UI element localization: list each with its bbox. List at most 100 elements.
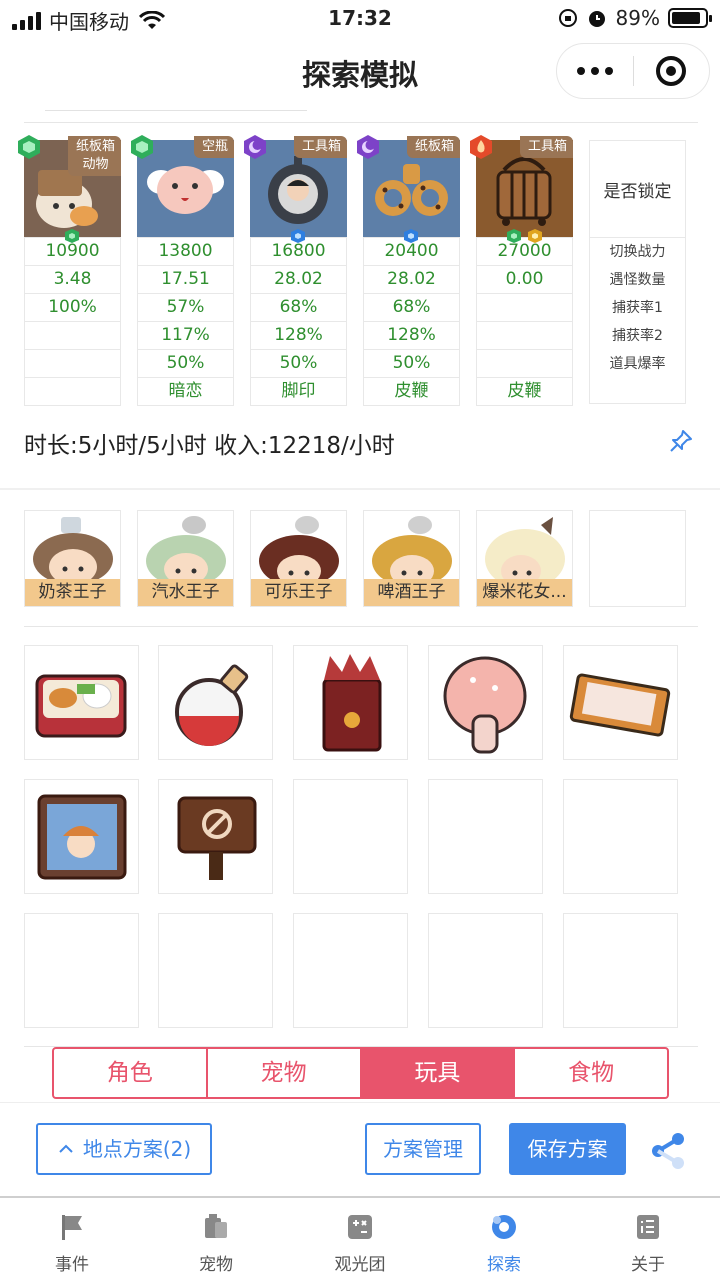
- red-fire-gem-icon: [470, 135, 492, 159]
- tab-toy[interactable]: 玩具: [361, 1049, 516, 1097]
- divider: [24, 122, 698, 123]
- item-slot[interactable]: [158, 779, 273, 894]
- item-slot-empty[interactable]: [293, 779, 408, 894]
- location-plan-label: 地点方案(2): [82, 1137, 192, 1161]
- stat-drop: [477, 349, 572, 377]
- tabbar-item-explore[interactable]: 探索: [432, 1198, 576, 1280]
- status-bar: 中国移动 17:32 89%: [0, 0, 720, 36]
- bento-box-icon: [35, 674, 127, 738]
- item-slot-empty[interactable]: [563, 779, 678, 894]
- compass-icon: [492, 1215, 516, 1239]
- character-slot-empty[interactable]: [589, 510, 686, 607]
- mushroom-icon: [443, 656, 527, 754]
- status-right: 89%: [558, 6, 712, 30]
- pet-image[interactable]: 纸板箱 动物: [18, 135, 121, 243]
- character-card[interactable]: 爆米花女...: [476, 510, 573, 607]
- green-gem-icon: [507, 229, 521, 243]
- pet-tag-line: 动物: [82, 157, 109, 172]
- character-card[interactable]: 汽水王子: [137, 510, 234, 607]
- pin-icon[interactable]: [668, 428, 694, 454]
- pet-tag: 工具箱: [293, 136, 347, 158]
- tabbar-item-about[interactable]: 关于: [576, 1198, 720, 1280]
- stat-encounters: 17.51: [138, 265, 233, 293]
- item-slot-empty[interactable]: [24, 913, 139, 1028]
- tab-pet[interactable]: 宠物: [208, 1049, 362, 1097]
- character-card[interactable]: 可乐王子: [250, 510, 347, 607]
- tabbar-item-tour-group[interactable]: 观光团: [288, 1198, 432, 1280]
- item-slot-empty[interactable]: [158, 913, 273, 1028]
- stat-power: 13800: [138, 237, 233, 265]
- plan-manage-button[interactable]: 方案管理: [365, 1123, 481, 1175]
- item-slot[interactable]: [24, 645, 139, 760]
- tabbar-label: 探索: [487, 1255, 521, 1275]
- stat-drop: 50%: [138, 349, 233, 377]
- purple-moon-gem-icon: [357, 135, 379, 159]
- more-icon[interactable]: [557, 67, 633, 75]
- item-slot[interactable]: [293, 645, 408, 760]
- character-name: 奶茶王子: [25, 579, 120, 606]
- item-slot-empty[interactable]: [563, 913, 678, 1028]
- stat-skill: 脚印: [251, 377, 346, 405]
- item-slot-empty[interactable]: [293, 913, 408, 1028]
- pet-column[interactable]: 工具箱 16800 28.02 68% 128% 50% 脚印: [244, 135, 347, 406]
- item-slot-empty[interactable]: [428, 913, 543, 1028]
- pet-tag-line: 空瓶: [201, 139, 228, 154]
- location-plan-button[interactable]: 地点方案(2): [36, 1123, 212, 1175]
- green-gem-icon: [65, 229, 79, 243]
- ticket-icon: [569, 673, 671, 737]
- pet-image[interactable]: 工具箱: [470, 135, 573, 243]
- item-slot-empty[interactable]: [428, 779, 543, 894]
- lock-toggle[interactable]: 是否锁定: [590, 141, 685, 238]
- stat-encounters: 28.02: [364, 265, 459, 293]
- character-card[interactable]: 奶茶王子: [24, 510, 121, 607]
- item-slot[interactable]: [563, 645, 678, 760]
- stat-skill: 皮鞭: [364, 377, 459, 405]
- item-slot[interactable]: [158, 645, 273, 760]
- character-name: 啤酒王子: [364, 579, 459, 606]
- tab-role[interactable]: 角色: [54, 1049, 208, 1097]
- pet-column[interactable]: 纸板箱 20400 28.02 68% 128% 50% 皮鞭: [357, 135, 460, 406]
- purple-moon-gem-icon: [244, 135, 266, 159]
- save-plan-button[interactable]: 保存方案: [509, 1123, 626, 1175]
- pet-column[interactable]: 工具箱 27000 0.00 皮鞭: [470, 135, 573, 406]
- stat-encounters: 0.00: [477, 265, 572, 293]
- mini-program-capsule: [556, 43, 710, 99]
- pet-column[interactable]: 纸板箱 动物 10900 3.48 100%: [18, 135, 121, 406]
- pet-column[interactable]: 空瓶 13800 17.51 57% 117% 50% 暗恋: [131, 135, 234, 406]
- stat-skill: [25, 377, 120, 405]
- action-bar: 地点方案(2) 方案管理 保存方案: [0, 1102, 720, 1196]
- pet-tag-line: 工具箱: [301, 139, 341, 154]
- stat-power: 27000: [477, 237, 572, 265]
- character-name: 可乐王子: [251, 579, 346, 606]
- pet-image[interactable]: 纸板箱: [357, 135, 460, 243]
- tabbar-label: 事件: [55, 1255, 89, 1275]
- tabbar-label: 宠物: [199, 1255, 233, 1275]
- no-sign-board-icon: [177, 796, 257, 880]
- stat-capture2: 128%: [364, 321, 459, 349]
- chevron-up-icon: [59, 1144, 73, 1153]
- tab-food[interactable]: 食物: [515, 1049, 667, 1097]
- stat-capture1: 68%: [251, 293, 346, 321]
- tabbar-item-pets[interactable]: 宠物: [144, 1198, 288, 1280]
- bottom-tab-bar: 事件 宠物 观光团 探索 关于: [0, 1196, 720, 1280]
- pet-tag-line: 纸板箱: [75, 139, 115, 154]
- item-slot[interactable]: [428, 645, 543, 760]
- pet-image[interactable]: 工具箱: [244, 135, 347, 243]
- item-slot[interactable]: [24, 779, 139, 894]
- pet-image[interactable]: 空瓶: [131, 135, 234, 237]
- section-divider: [0, 488, 720, 490]
- tabbar-label: 观光团: [334, 1255, 386, 1275]
- character-card[interactable]: 啤酒王子: [363, 510, 460, 607]
- pet-tag: 纸板箱: [406, 136, 460, 158]
- stat-drop: 50%: [251, 349, 346, 377]
- pet-tag-line: 纸板箱: [414, 139, 454, 154]
- stat-skill: 皮鞭: [477, 377, 572, 405]
- stat-capture1: [477, 293, 572, 321]
- character-name: 爆米花女...: [477, 579, 572, 606]
- stat-legend: 是否锁定 切换战力 遇怪数量 捕获率1 捕获率2 道具爆率: [589, 140, 686, 404]
- legend-row: 遇怪数量: [609, 272, 666, 288]
- tabbar-item-events[interactable]: 事件: [0, 1198, 144, 1280]
- share-icon[interactable]: [648, 1131, 688, 1171]
- close-icon[interactable]: [634, 56, 710, 86]
- stat-capture1: 68%: [364, 293, 459, 321]
